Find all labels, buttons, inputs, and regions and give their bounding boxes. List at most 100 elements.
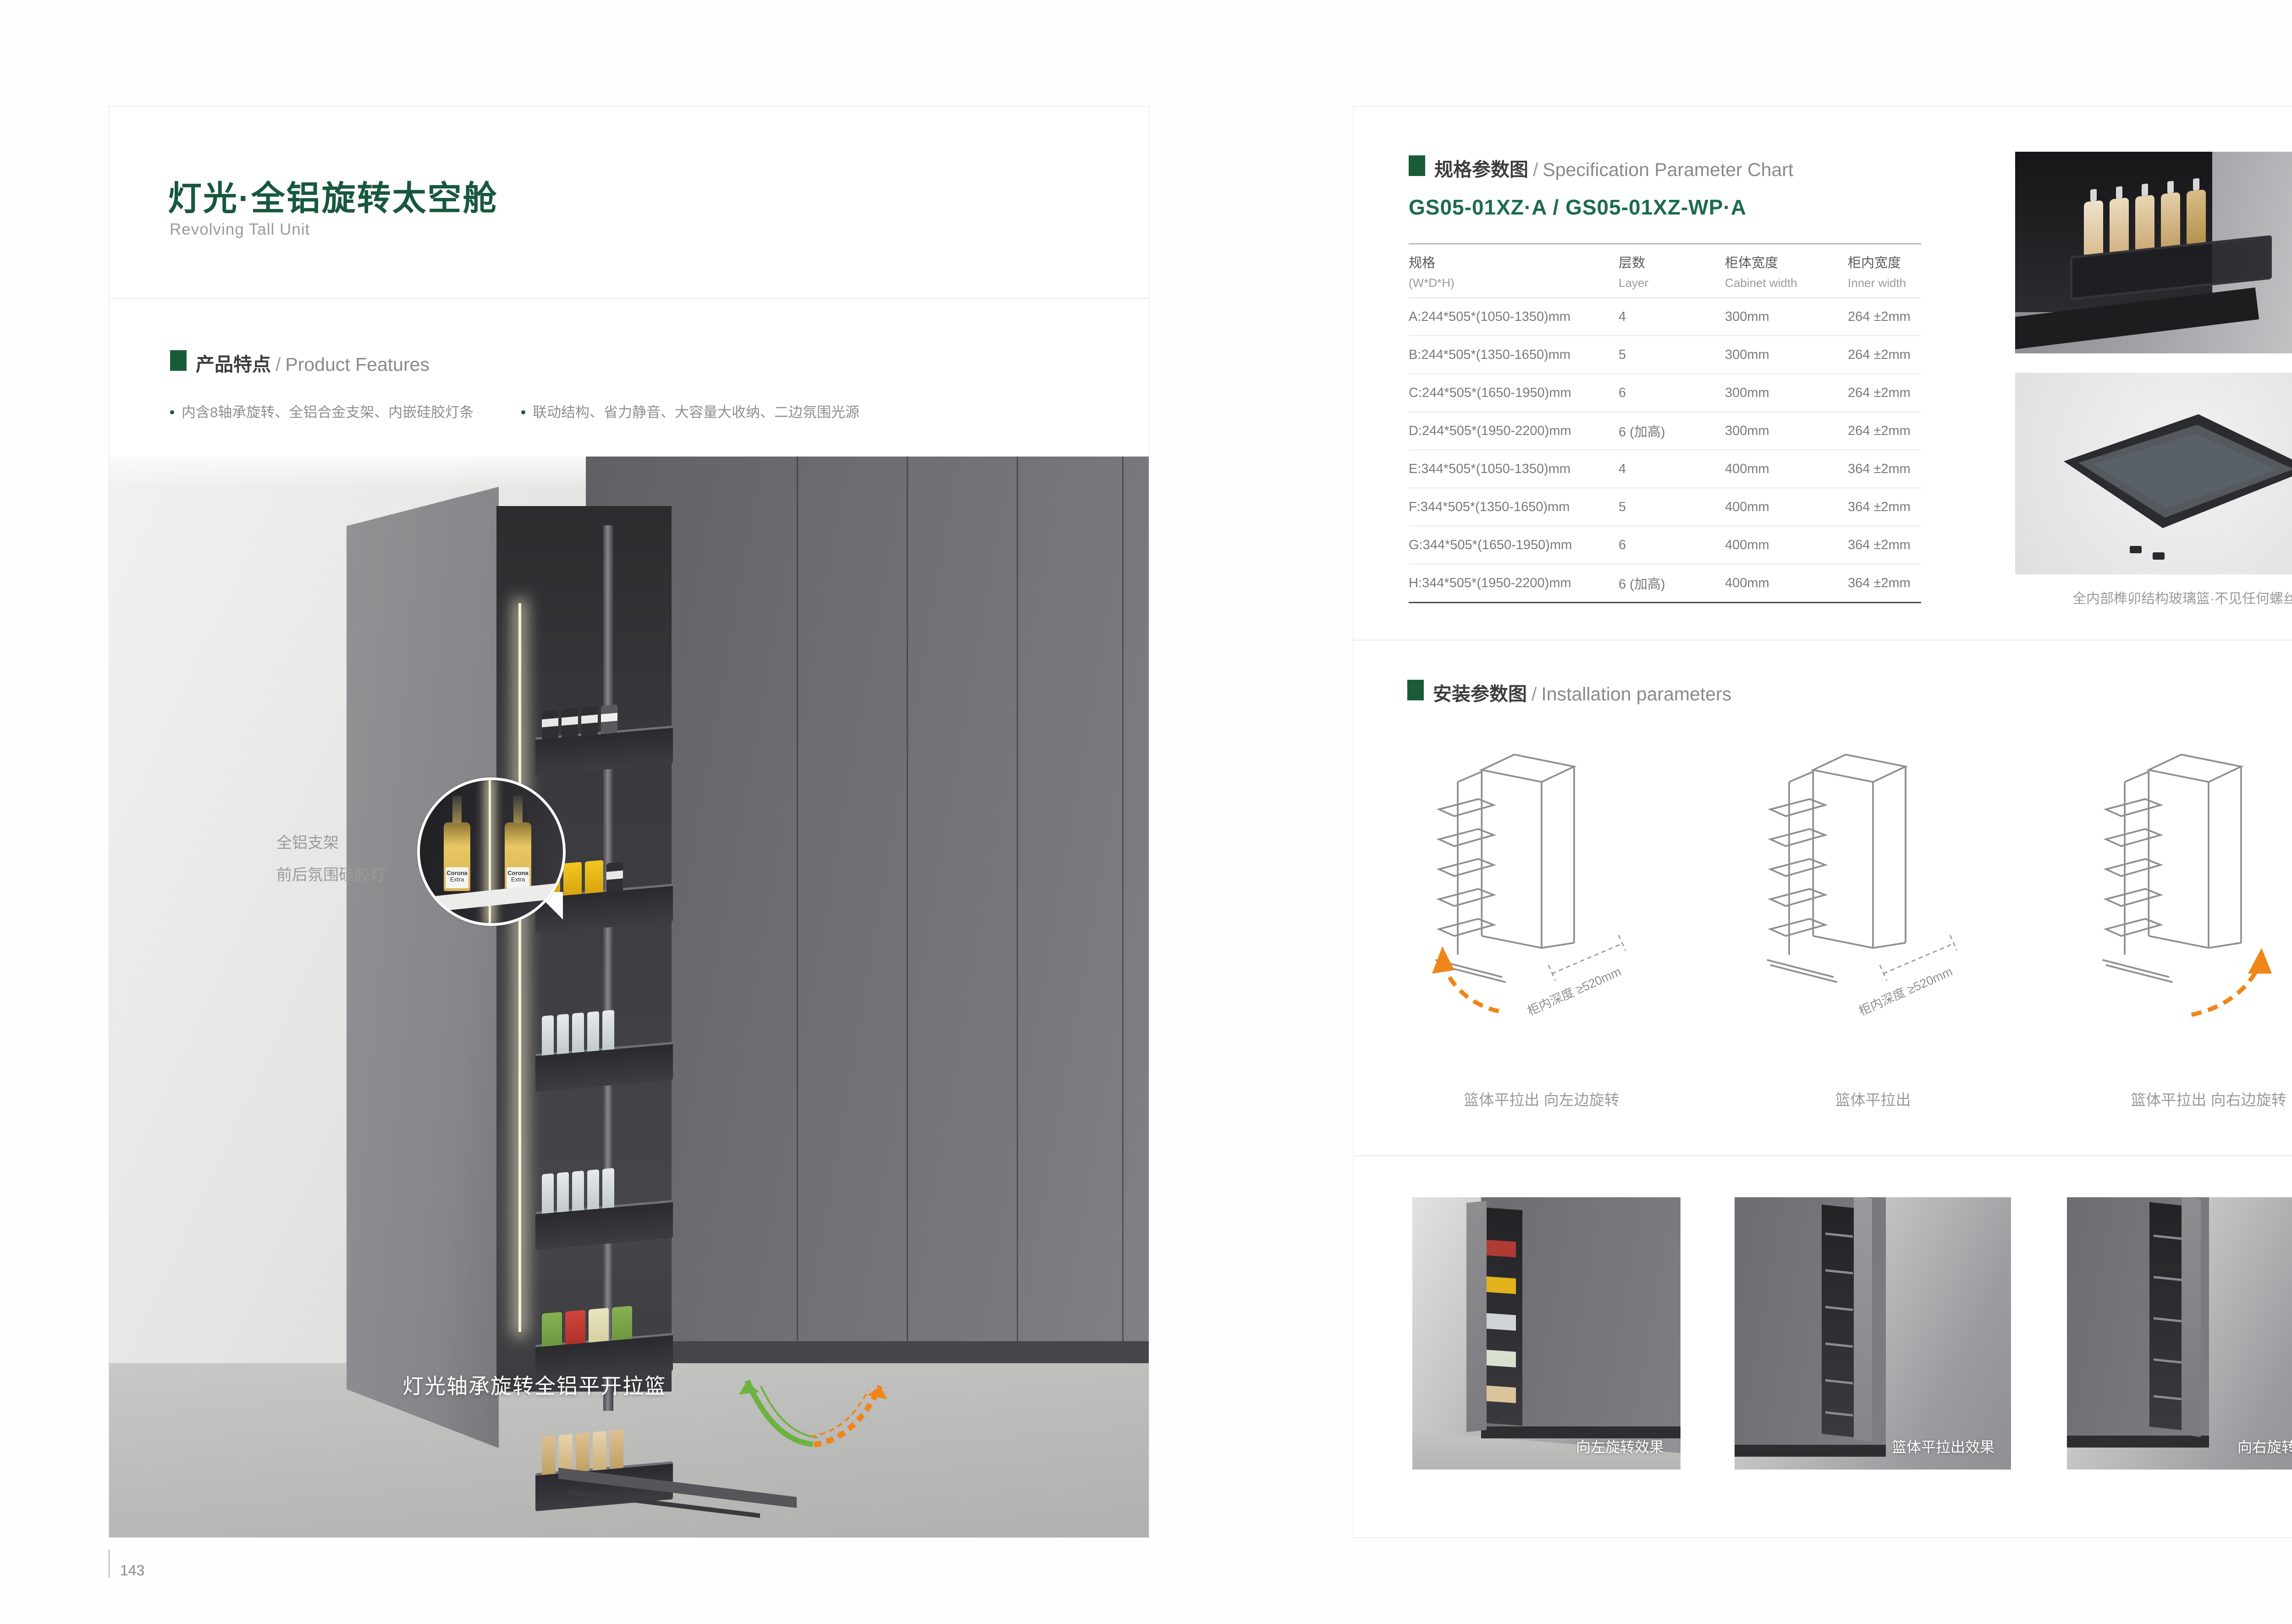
stored-item: [612, 1306, 632, 1341]
spec-table-row: B:244*505*(1350-1650)mm5300mm264 ±2mm: [1409, 336, 1921, 374]
mounting-clip: [2153, 552, 2165, 560]
spec-table-cell: E:344*505*(1050-1350)mm: [1409, 450, 1619, 488]
spec-table-header: 规格 (W*D*H) 层数 Layer 柜体宽度 Cabinet width 柜…: [1409, 244, 1921, 298]
spec-table-cell: 4: [1619, 298, 1725, 336]
open-tall-unit: [1481, 1207, 1522, 1426]
stored-item: [557, 1172, 569, 1212]
stored-item: [602, 1168, 614, 1208]
section-marker-icon: [1409, 155, 1425, 176]
open-tall-unit: [1822, 1205, 1856, 1437]
stored-item: [559, 1434, 573, 1474]
spec-heading: 规格参数图/Specification Parameter Chart: [1434, 154, 1793, 182]
spec-table-cell: 300mm: [1725, 298, 1848, 336]
items: [1487, 1386, 1516, 1403]
stored-item: [572, 1013, 584, 1053]
spec-table-cell: A:244*505*(1050-1350)mm: [1409, 298, 1619, 336]
stored-item: [557, 1014, 569, 1054]
stored-item: [581, 706, 598, 736]
bottle: [2084, 200, 2103, 256]
col-header-en: Cabinet width: [1725, 276, 1848, 290]
stored-item: [572, 1171, 584, 1211]
spec-table: 规格 (W*D*H) 层数 Layer 柜体宽度 Cabinet width 柜…: [1409, 243, 1921, 603]
spec-table-cell: 264 ±2mm: [1848, 374, 1921, 412]
features-heading-zh: 产品特点: [196, 354, 271, 375]
feature-bullet: 内含8轴承旋转、全铝合金支架、内嵌硅胶灯条: [170, 401, 474, 421]
spec-table-cell: D:244*505*(1950-2200)mm: [1409, 412, 1619, 450]
cabinet-opening: [496, 506, 672, 1392]
effect-photo-rotate-right: 向右旋转效果: [2067, 1197, 2292, 1470]
features-heading-sep: /: [271, 354, 285, 375]
spec-table-cell: 264 ±2mm: [1848, 412, 1921, 450]
hero-caption: 灯光轴承旋转全铝平开拉篮: [402, 1370, 667, 1400]
bottle-label: Corona Extra: [446, 867, 468, 888]
bottle: [2110, 198, 2129, 253]
spec-table-cell: 400mm: [1725, 450, 1848, 488]
spec-table-cell: 6 (加高): [1619, 564, 1725, 603]
items: [1487, 1313, 1516, 1331]
diagram-caption: 篮体平拉出 向右边旋转: [2080, 1088, 2292, 1110]
effect-caption: 篮体平拉出效果: [1892, 1436, 1994, 1457]
install-diagram-pullout: 柜内深度 ≥520mm: [1745, 721, 2001, 1060]
right-page: 规格参数图/Specification Parameter Chart GS05…: [1353, 106, 2292, 1538]
aluminium-pole: [603, 525, 613, 1411]
spec-table-row: G:344*505*(1650-1950)mm6400mm364 ±2mm: [1409, 526, 1921, 564]
spec-table-cell: 364 ±2mm: [1848, 450, 1921, 488]
mounting-clip: [2130, 546, 2142, 553]
spec-table-cell: 300mm: [1725, 374, 1848, 412]
spec-table-cell: 364 ±2mm: [1848, 488, 1921, 526]
feature-bullet: 联动结构、省力静音、大容量大收纳、二边氛围光源: [521, 401, 860, 421]
effect-photo-pullout: 篮体平拉出效果: [1735, 1197, 2011, 1470]
stored-item: [542, 1015, 554, 1056]
install-heading-zh: 安装参数图: [1433, 683, 1527, 705]
rotate-arrows-graphic: [719, 1350, 902, 1456]
beer-bottle: Corona Extra: [444, 822, 470, 891]
install-heading-sep: /: [1527, 683, 1541, 705]
cabinet-seam: [797, 457, 798, 1366]
stored-item: [562, 708, 578, 738]
stored-item: [585, 860, 603, 893]
open-door: [1854, 1197, 1872, 1442]
col-header-spec: 规格 (W*D*H): [1409, 244, 1619, 298]
model-number: GS05-01XZ·A / GS05-01XZ-WP·A: [1409, 195, 1747, 220]
spec-table-cell: 364 ±2mm: [1848, 564, 1921, 603]
spec-table-cell: C:244*505*(1650-1950)mm: [1409, 374, 1619, 412]
spec-table-cell: B:244*505*(1350-1650)mm: [1409, 336, 1619, 374]
col-header-zh: 柜体宽度: [1725, 252, 1848, 271]
install-heading: 安装参数图/Installation parameters: [1433, 678, 1731, 706]
stored-item: [602, 1010, 614, 1050]
spec-table-cell: 5: [1619, 336, 1725, 374]
bottle: [2187, 189, 2206, 245]
spec-heading-zh: 规格参数图: [1434, 159, 1528, 180]
spec-table-cell: H:344*505*(1950-2200)mm: [1409, 564, 1619, 603]
section-marker-icon: [170, 350, 187, 371]
led-light-strip: [518, 603, 521, 1332]
col-header-en: (W*D*H): [1409, 276, 1619, 290]
install-diagram-rotate-right: [2080, 721, 2292, 1060]
page-number-left: 143: [120, 1562, 144, 1579]
col-header-en: Layer: [1619, 276, 1725, 290]
install-heading-en: Installation parameters: [1541, 683, 1731, 705]
spec-photo-basket: [2015, 373, 2292, 574]
stored-item: [576, 1432, 590, 1472]
stored-item: [542, 1173, 554, 1214]
spec-photo-pullout: [2015, 152, 2292, 353]
open-cabinet-door: [347, 487, 499, 1468]
bottle-label: Corona Extra: [507, 867, 529, 888]
features-heading: 产品特点/Product Features: [196, 349, 430, 376]
bottle-label-line2: Extra: [450, 876, 464, 883]
features-heading-en: Product Features: [285, 354, 430, 375]
wireframe-cabinet-drawing: [2080, 721, 2292, 1060]
plinth: [1735, 1445, 1886, 1457]
items: [1487, 1350, 1516, 1367]
spec-table-cell: 400mm: [1725, 488, 1848, 526]
stored-item: [589, 1308, 609, 1343]
catalog-spread: 灯光·全铝旋转太空舱 Revolving Tall Unit 产品特点/Prod…: [0, 0, 2292, 1624]
spec-table-cell: G:344*505*(1650-1950)mm: [1409, 526, 1619, 564]
stored-item: [542, 710, 558, 739]
stored-item: [606, 862, 623, 892]
stored-item: [587, 1169, 599, 1210]
title-divider: [109, 298, 1149, 299]
effect-caption: 向右旋转效果: [2237, 1436, 2292, 1457]
col-header-inner-width: 柜内宽度 Inner width: [1848, 244, 1921, 298]
bottle: [2135, 195, 2154, 251]
